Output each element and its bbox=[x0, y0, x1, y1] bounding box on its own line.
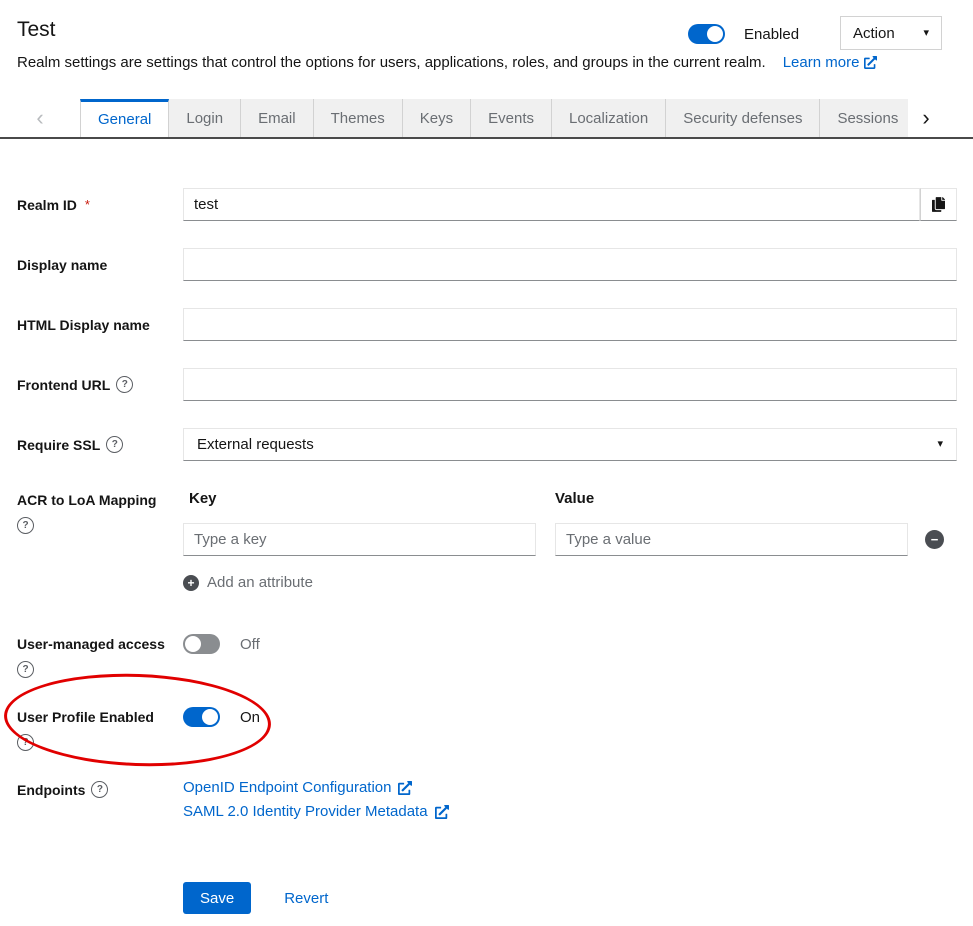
revert-button[interactable]: Revert bbox=[284, 890, 328, 907]
copy-icon bbox=[932, 197, 945, 212]
acr-attribute-editor: Key Value − + Add an attribute bbox=[183, 490, 944, 591]
display-name-label: Display name bbox=[17, 257, 107, 273]
tab-sessions[interactable]: Sessions bbox=[820, 99, 908, 137]
tab-scroll-left-button[interactable]: ‹ bbox=[0, 99, 80, 137]
tab-events[interactable]: Events bbox=[471, 99, 552, 137]
user-managed-access-toggle[interactable] bbox=[183, 634, 220, 654]
form-row-user-profile-enabled: User Profile Enabled ? On bbox=[17, 707, 260, 751]
display-name-input[interactable] bbox=[183, 248, 957, 281]
realm-description-row: Realm settings are settings that control… bbox=[17, 54, 877, 71]
user-managed-access-state: Off bbox=[240, 636, 260, 653]
tab-localization[interactable]: Localization bbox=[552, 99, 666, 137]
tab-themes[interactable]: Themes bbox=[314, 99, 403, 137]
html-display-name-label: HTML Display name bbox=[17, 317, 150, 333]
form-row-display-name: Display name bbox=[17, 248, 957, 281]
learn-more-link[interactable]: Learn more bbox=[783, 54, 878, 71]
saml-metadata-link[interactable]: SAML 2.0 Identity Provider Metadata bbox=[183, 802, 449, 822]
add-attribute-button[interactable]: + Add an attribute bbox=[183, 574, 944, 591]
toggle-knob bbox=[707, 26, 723, 42]
endpoints-links: OpenID Endpoint Configuration SAML 2.0 I… bbox=[183, 778, 449, 822]
form-row-endpoints: Endpoints ? OpenID Endpoint Configuratio… bbox=[17, 778, 957, 822]
add-attribute-label: Add an attribute bbox=[207, 574, 313, 591]
form-actions: Save Revert bbox=[183, 882, 328, 914]
save-button[interactable]: Save bbox=[183, 882, 251, 914]
html-display-name-input[interactable] bbox=[183, 308, 957, 341]
require-ssl-selected-value: External requests bbox=[197, 436, 314, 453]
realm-settings-page: Test Enabled Action ▾ Realm settings are… bbox=[0, 0, 973, 926]
saml-metadata-link-label: SAML 2.0 Identity Provider Metadata bbox=[183, 802, 428, 822]
caret-down-icon: ▾ bbox=[923, 28, 929, 39]
acr-value-header: Value bbox=[555, 490, 594, 507]
form-row-user-managed-access: User-managed access ? Off bbox=[17, 634, 260, 678]
learn-more-label: Learn more bbox=[783, 54, 860, 71]
plus-circle-icon: + bbox=[183, 575, 199, 591]
minus-circle-icon: − bbox=[925, 530, 944, 549]
require-ssl-select[interactable]: External requests ▾ bbox=[183, 428, 957, 461]
acr-key-header: Key bbox=[189, 490, 555, 507]
openid-endpoint-link-label: OpenID Endpoint Configuration bbox=[183, 778, 391, 798]
required-indicator: * bbox=[85, 197, 90, 212]
action-dropdown-label: Action bbox=[853, 25, 895, 42]
realm-enabled-label: Enabled bbox=[744, 26, 799, 43]
form-row-realm-id: Realm ID * bbox=[17, 188, 957, 221]
form-row-require-ssl: Require SSL ? External requests ▾ bbox=[17, 428, 957, 461]
tab-scroll-right-button[interactable]: › bbox=[908, 99, 944, 137]
realm-enabled-control: Enabled bbox=[688, 24, 799, 44]
toggle-knob bbox=[185, 636, 201, 652]
acr-value-input[interactable] bbox=[555, 523, 908, 556]
require-ssl-label: Require SSL bbox=[17, 437, 100, 453]
form-row-frontend-url: Frontend URL ? bbox=[17, 368, 957, 401]
user-profile-enabled-toggle[interactable] bbox=[183, 707, 220, 727]
acr-help-icon[interactable]: ? bbox=[17, 517, 34, 534]
external-link-icon bbox=[398, 781, 412, 795]
chevron-right-icon: › bbox=[922, 107, 929, 129]
external-link-icon bbox=[864, 56, 877, 69]
user-profile-help-icon[interactable]: ? bbox=[17, 734, 34, 751]
acr-key-input[interactable] bbox=[183, 523, 536, 556]
tab-security-defenses[interactable]: Security defenses bbox=[666, 99, 820, 137]
toggle-knob bbox=[202, 709, 218, 725]
tab-general[interactable]: General bbox=[80, 99, 169, 137]
frontend-url-help-icon[interactable]: ? bbox=[116, 376, 133, 393]
realm-id-label: Realm ID bbox=[17, 197, 77, 213]
endpoints-label: Endpoints bbox=[17, 782, 85, 798]
frontend-url-label: Frontend URL bbox=[17, 377, 110, 393]
user-profile-enabled-state: On bbox=[240, 709, 260, 726]
external-link-icon bbox=[435, 805, 449, 819]
remove-attribute-button[interactable]: − bbox=[925, 530, 944, 549]
acr-to-loa-label: ACR to LoA Mapping bbox=[17, 492, 156, 508]
user-managed-access-help-icon[interactable]: ? bbox=[17, 661, 34, 678]
tabs-viewport: General Login Email Themes Keys Events L… bbox=[80, 99, 908, 137]
user-managed-access-label: User-managed access bbox=[17, 636, 165, 652]
tab-email[interactable]: Email bbox=[241, 99, 314, 137]
form-row-html-display-name: HTML Display name bbox=[17, 308, 957, 341]
tab-login[interactable]: Login bbox=[169, 99, 241, 137]
action-dropdown[interactable]: Action ▾ bbox=[840, 16, 942, 50]
acr-attribute-row: − bbox=[183, 523, 944, 556]
acr-headers: Key Value bbox=[183, 490, 944, 507]
caret-down-icon: ▾ bbox=[937, 439, 943, 450]
tab-keys[interactable]: Keys bbox=[403, 99, 471, 137]
chevron-left-icon: ‹ bbox=[36, 107, 43, 129]
realm-id-input-group bbox=[183, 188, 957, 221]
realm-description: Realm settings are settings that control… bbox=[17, 54, 766, 71]
endpoints-help-icon[interactable]: ? bbox=[91, 781, 108, 798]
user-profile-enabled-label: User Profile Enabled bbox=[17, 709, 154, 725]
frontend-url-input[interactable] bbox=[183, 368, 957, 401]
form-row-acr-to-loa: ACR to LoA Mapping ? Key Value − + Add a… bbox=[17, 490, 944, 591]
copy-button[interactable] bbox=[920, 188, 957, 221]
tab-bar: ‹ General Login Email Themes Keys Events… bbox=[0, 99, 973, 139]
openid-endpoint-link[interactable]: OpenID Endpoint Configuration bbox=[183, 778, 449, 798]
require-ssl-help-icon[interactable]: ? bbox=[106, 436, 123, 453]
page-title: Test bbox=[17, 18, 56, 42]
realm-id-input[interactable] bbox=[183, 188, 920, 221]
realm-enabled-toggle[interactable] bbox=[688, 24, 725, 44]
